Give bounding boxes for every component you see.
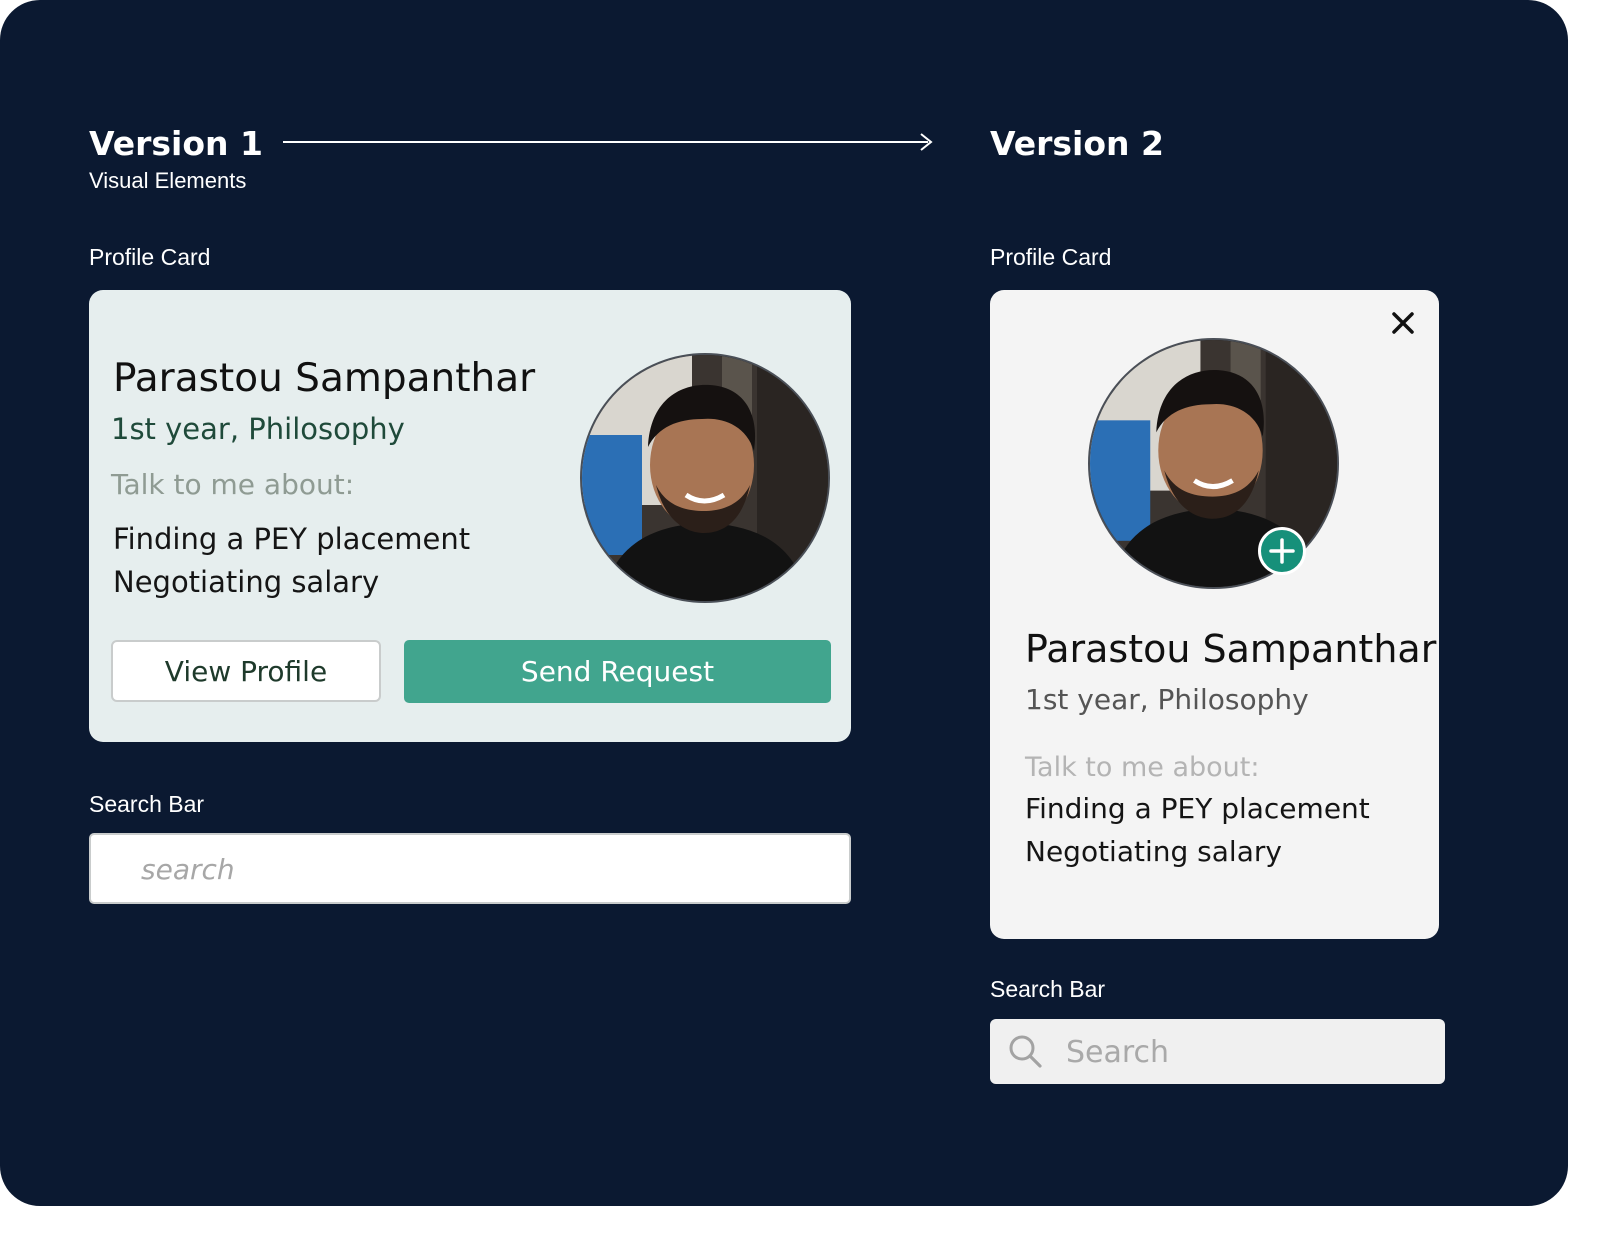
topic-item: Negotiating salary bbox=[1025, 835, 1282, 868]
search-input-v1[interactable] bbox=[139, 835, 823, 904]
search-bar-v2 bbox=[990, 1019, 1445, 1086]
arrow-right-icon bbox=[283, 141, 928, 143]
v2-profile-card-label: Profile Card bbox=[990, 244, 1112, 270]
arrow-head-icon bbox=[920, 133, 933, 151]
search-input-v2[interactable] bbox=[1064, 1019, 1428, 1086]
search-icon bbox=[1009, 1035, 1042, 1068]
talk-heading: Talk to me about: bbox=[111, 468, 355, 501]
topic-item: Finding a PEY placement bbox=[113, 522, 471, 556]
add-connection-button[interactable] bbox=[1258, 527, 1306, 575]
view-profile-button[interactable]: View Profile bbox=[111, 640, 381, 702]
search-bar-v1 bbox=[89, 833, 851, 904]
v1-search-bar-label: Search Bar bbox=[89, 791, 205, 817]
profile-year-program: 1st year, Philosophy bbox=[1025, 683, 1309, 716]
v2-search-bar-label: Search Bar bbox=[990, 976, 1106, 1002]
version-1-subtitle: Visual Elements bbox=[89, 168, 247, 193]
version-1-title: Version 1 bbox=[89, 124, 263, 163]
talk-heading: Talk to me about: bbox=[1025, 752, 1260, 783]
topic-item: Finding a PEY placement bbox=[1025, 792, 1370, 825]
profile-year-program: 1st year, Philosophy bbox=[111, 412, 405, 446]
topic-item: Negotiating salary bbox=[113, 565, 380, 599]
v1-profile-card-label: Profile Card bbox=[89, 244, 211, 270]
profile-name: Parastou Sampanthar bbox=[1025, 627, 1437, 671]
profile-card-v2: Parastou Sampanthar 1st year, Philosophy… bbox=[990, 290, 1439, 939]
plus-icon bbox=[1269, 538, 1295, 564]
profile-name: Parastou Sampanthar bbox=[113, 356, 536, 401]
close-icon[interactable] bbox=[1388, 308, 1418, 338]
avatar-photo bbox=[580, 353, 830, 603]
profile-card-v1: Parastou Sampanthar 1st year, Philosophy… bbox=[89, 290, 851, 742]
version-2-title: Version 2 bbox=[990, 124, 1164, 163]
comparison-canvas: Version 1 Visual Elements Version 2 Prof… bbox=[0, 0, 1568, 1206]
send-request-button[interactable]: Send Request bbox=[404, 640, 831, 703]
